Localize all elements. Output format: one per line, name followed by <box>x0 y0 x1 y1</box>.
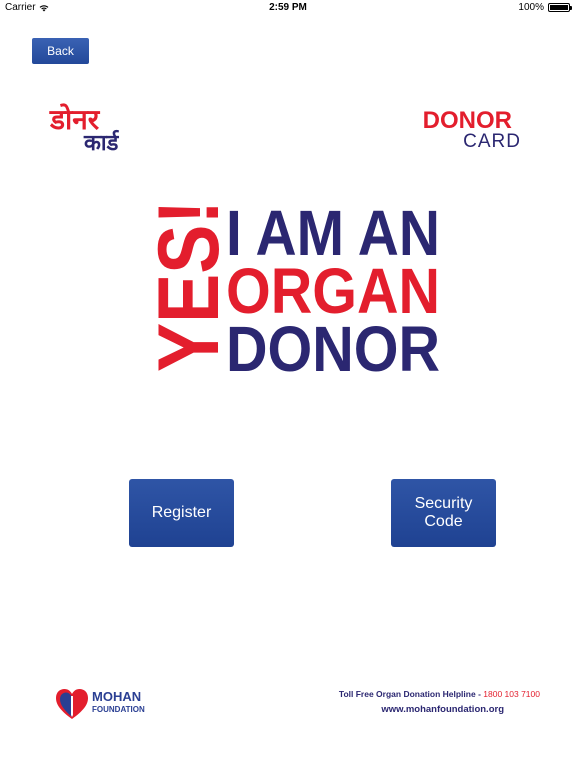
heart-ribbon-icon <box>56 689 88 719</box>
helpline-info: Toll Free Organ Donation Helpline - 1800… <box>300 689 540 699</box>
status-bar: Carrier 2:59 PM 100% <box>0 0 576 16</box>
mohan-foundation-logo: MOHAN FOUNDATION <box>55 688 155 720</box>
slogan-line3: DONOR <box>226 313 440 372</box>
clock: 2:59 PM <box>269 2 307 13</box>
battery-icon <box>548 3 572 12</box>
hindi-logo-line2: कार्ड <box>84 131 119 156</box>
register-button[interactable]: Register <box>129 479 234 547</box>
security-code-button[interactable]: Security Code <box>391 479 496 547</box>
slogan-yes: YES! <box>141 200 237 372</box>
battery-indicator: 100% <box>518 2 572 13</box>
organ-donor-slogan: YES! I AM AN ORGAN DONOR <box>141 200 440 372</box>
english-logo-line2: CARD <box>463 131 521 152</box>
battery-percent: 100% <box>518 2 544 13</box>
back-button[interactable]: Back <box>32 38 89 64</box>
hindi-logo-line1: डोनर <box>50 103 100 136</box>
donor-card-english-logo: DONOR CARD <box>423 108 524 154</box>
website-link[interactable]: www.mohanfoundation.org <box>300 704 504 715</box>
donor-card-hindi-logo: डोनर कार्ड <box>50 106 124 156</box>
helpline-number: 1800 103 7100 <box>483 689 540 699</box>
foundation-subtitle: FOUNDATION <box>92 705 145 714</box>
helpline-label: Toll Free Organ Donation Helpline - <box>338 689 484 699</box>
foundation-name: MOHAN <box>92 689 142 704</box>
